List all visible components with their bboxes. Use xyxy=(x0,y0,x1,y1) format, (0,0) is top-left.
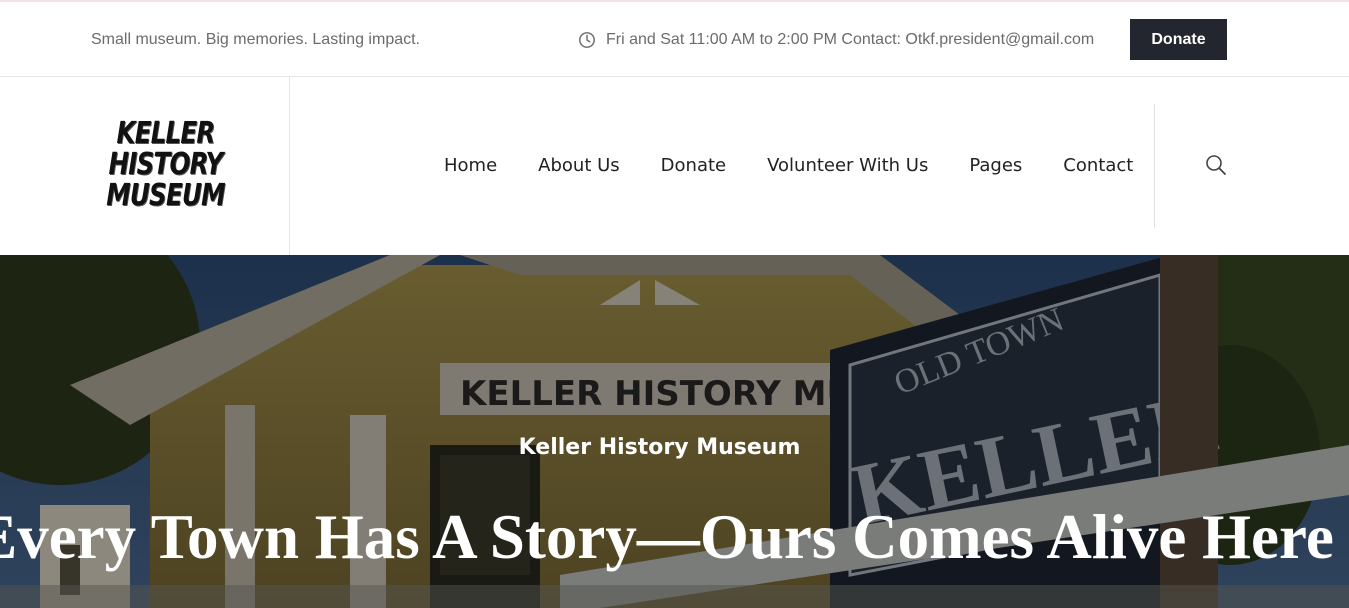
hours-text: Fri and Sat 11:00 AM to 2:00 PM Contact:… xyxy=(606,31,1095,48)
hero-kicker: Keller History Museum xyxy=(518,435,801,460)
tagline: Small museum. Big memories. Lasting impa… xyxy=(91,31,420,48)
main-nav: Home About Us Donate Volunteer With Us P… xyxy=(444,155,1133,176)
search-icon[interactable] xyxy=(1204,153,1228,177)
header-divider xyxy=(1154,104,1155,228)
site-logo[interactable]: KELLER HISTORY MUSEUM xyxy=(104,118,225,211)
logo-line: MUSEUM xyxy=(106,178,225,213)
donate-button[interactable]: Donate xyxy=(1130,19,1227,60)
logo-line: KELLER xyxy=(116,116,215,151)
nav-contact[interactable]: Contact xyxy=(1063,155,1133,176)
clock-icon xyxy=(579,32,595,48)
nav-volunteer-with-us[interactable]: Volunteer With Us xyxy=(767,155,928,176)
logo-container[interactable]: KELLER HISTORY MUSEUM xyxy=(0,77,290,255)
nav-donate[interactable]: Donate xyxy=(661,155,726,176)
nav-home[interactable]: Home xyxy=(444,155,497,176)
logo-line: HISTORY xyxy=(108,147,224,182)
hours-contact-info: Fri and Sat 11:00 AM to 2:00 PM Contact:… xyxy=(578,31,1094,49)
hero-title: Every Town Has A Story—Ours Comes Alive … xyxy=(0,502,1334,572)
top-bar: Small museum. Big memories. Lasting impa… xyxy=(0,0,1349,77)
hero-section: KELLER HISTORY MUSEU OLD TOWN KELLER Kel… xyxy=(0,255,1349,608)
nav-about-us[interactable]: About Us xyxy=(538,155,620,176)
site-header: KELLER HISTORY MUSEUM Home About Us Dona… xyxy=(0,77,1349,255)
nav-pages[interactable]: Pages xyxy=(969,155,1022,176)
